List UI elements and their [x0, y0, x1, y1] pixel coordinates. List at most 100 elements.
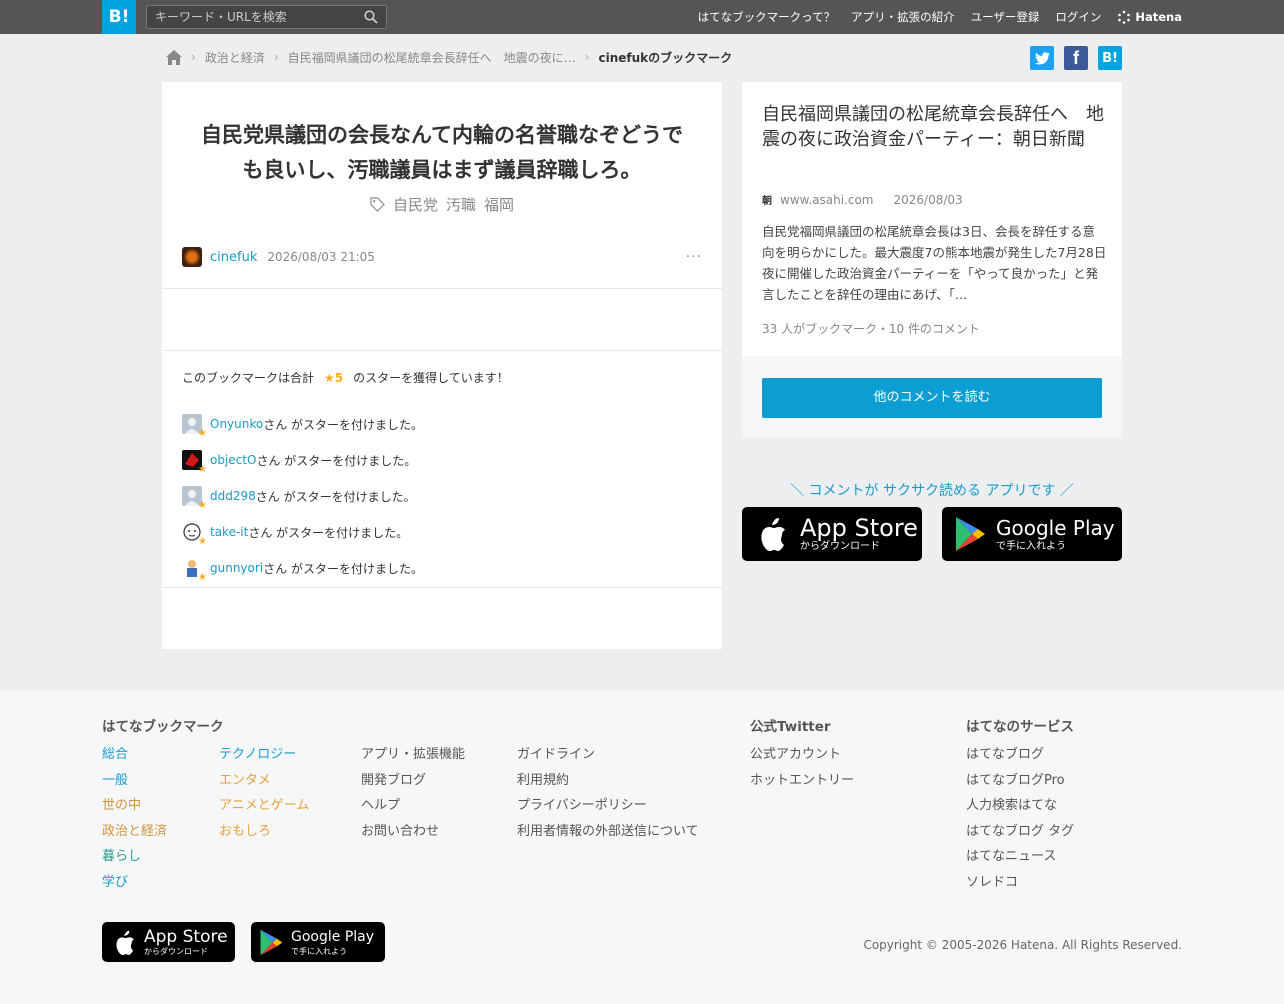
tag-item[interactable]: 汚職: [446, 194, 476, 215]
divider: [162, 288, 722, 289]
app-store-badge[interactable]: App Store からダウンロード: [742, 507, 922, 561]
footer-link[interactable]: アニメとゲーム: [219, 793, 309, 819]
breadcrumb-entry[interactable]: 自民福岡県議団の松尾統章会長辞任へ 地震の夜に…: [288, 49, 576, 66]
more-menu-icon[interactable]: ···: [686, 249, 702, 265]
article-domain[interactable]: www.asahi.com: [780, 193, 874, 207]
star-user[interactable]: gunnyori: [210, 561, 263, 575]
list-item: ★ Onyunko さん がスターを付けました。: [182, 406, 423, 442]
app-store-subtitle: からダウンロード: [800, 541, 880, 552]
breadcrumb-category[interactable]: 政治と経済: [205, 49, 265, 66]
star-user[interactable]: Onyunko: [210, 417, 263, 431]
search-box[interactable]: [146, 5, 387, 29]
footer-link[interactable]: テクノロジー: [219, 742, 309, 768]
footer-link[interactable]: 公式アカウント: [750, 742, 854, 768]
home-icon[interactable]: [166, 49, 182, 65]
footer-link[interactable]: 利用規約: [517, 768, 699, 794]
footer-heading-twitter: 公式Twitter: [750, 719, 831, 735]
google-play-icon: [260, 929, 283, 955]
bookmark-comment: 自民党県議団の会長なんて内輪の名誉職なぞどうでも良いし、汚職議員はまず議員辞職し…: [201, 123, 683, 182]
bookmark-username[interactable]: cinefuk: [210, 250, 257, 265]
chevron-right-icon: ›: [584, 50, 590, 64]
star-list: ★ Onyunko さん がスターを付けました。 ★ objectO さん がス…: [182, 406, 423, 586]
nav-signup[interactable]: ユーザー登録: [971, 9, 1040, 25]
twitter-share-button[interactable]: [1030, 46, 1054, 70]
article-summary: 自民党福岡県議団の松尾統章会長は3日、会長を辞任する意向を明らかにした。最大震度…: [762, 224, 1107, 302]
avatar[interactable]: ★: [182, 450, 207, 475]
footer-link[interactable]: お問い合わせ: [361, 819, 465, 845]
tag-item[interactable]: 自民党: [393, 194, 438, 215]
hatena-brand-link[interactable]: Hatena: [1117, 10, 1182, 24]
footer-google-play-badge[interactable]: Google Play で手に入れよう: [251, 922, 385, 962]
hatena-brand: Hatena: [1135, 10, 1182, 24]
star-icon: ★: [198, 464, 207, 475]
read-comments-button[interactable]: 他のコメントを読む: [762, 378, 1102, 418]
article-title[interactable]: 自民福岡県議団の松尾統章会長辞任へ 地震の夜に政治資金パーティー：朝日新聞: [762, 102, 1104, 152]
avatar[interactable]: [182, 247, 202, 267]
avatar[interactable]: ★: [182, 414, 207, 439]
star-message: さん がスターを付けました。: [255, 489, 416, 504]
footer-link[interactable]: 学び: [102, 870, 167, 896]
footer-link[interactable]: 開発ブログ: [361, 768, 465, 794]
avatar[interactable]: ★: [182, 486, 207, 511]
footer-link[interactable]: はてなブログPro: [966, 768, 1074, 794]
apple-icon: [761, 518, 785, 551]
footer-link[interactable]: はてなニュース: [966, 844, 1074, 870]
app-store-title: App Store: [144, 927, 228, 947]
star-icon: ★: [198, 572, 207, 583]
search-icon[interactable]: [364, 10, 378, 24]
footer-link[interactable]: 総合: [102, 742, 167, 768]
list-item: ★ take-it さん がスターを付けました。: [182, 514, 423, 550]
hatena-bookmark-logo[interactable]: B!: [102, 0, 136, 34]
footer-features: アプリ・拡張機能 開発ブログ ヘルプ お問い合わせ: [361, 742, 465, 844]
footer-link[interactable]: 人力検索はてな: [966, 793, 1074, 819]
footer-link[interactable]: ガイドライン: [517, 742, 699, 768]
footer-link[interactable]: はてなブログ タグ: [966, 819, 1074, 845]
star-total: ★5: [324, 370, 344, 385]
footer-heading-bookmark: はてなブックマーク: [102, 719, 224, 735]
footer-categories-2: テクノロジー エンタメ アニメとゲーム おもしろ: [219, 742, 309, 844]
avatar[interactable]: ★: [182, 522, 207, 547]
google-play-badge[interactable]: Google Play で手に入れよう: [942, 507, 1122, 561]
article-date: 2026/08/03: [893, 192, 963, 207]
footer-link[interactable]: 暮らし: [102, 844, 167, 870]
footer-link[interactable]: ホットエントリー: [750, 768, 854, 794]
footer-link[interactable]: はてなブログ: [966, 742, 1074, 768]
nav-about[interactable]: はてなブックマークって？: [698, 9, 835, 25]
footer-link[interactable]: 世の中: [102, 793, 167, 819]
copyright: Copyright © 2005-2026 Hatena. All Rights…: [863, 938, 1182, 952]
footer-link[interactable]: アプリ・拡張機能: [361, 742, 465, 768]
hatena-dots-icon: [1118, 10, 1131, 24]
bookmark-user-row: cinefuk 2026/08/03 21:05 ···: [182, 246, 702, 268]
bookmark-count[interactable]: 33 人がブックマーク・10 件のコメント: [762, 320, 980, 337]
footer-policies: ガイドライン 利用規約 プライバシーポリシー 利用者情報の外部送信について: [517, 742, 699, 844]
footer-link[interactable]: プライバシーポリシー: [517, 793, 699, 819]
bookmark-entry-card: 自民党県議団の会長なんて内輪の名誉職なぞどうでも良いし、汚職議員はまず議員辞職し…: [162, 82, 722, 649]
footer-link[interactable]: おもしろ: [219, 819, 309, 845]
footer-link[interactable]: 政治と経済: [102, 819, 167, 845]
divider: [162, 587, 722, 588]
bookmark-datetime[interactable]: 2026/08/03 21:05: [267, 250, 375, 264]
footer-app-store-badge[interactable]: App Store からダウンロード: [102, 922, 235, 962]
star-summary-prefix: このブックマークは合計: [182, 371, 315, 385]
star-message: さん がスターを付けました。: [256, 453, 417, 468]
hatena-bookmark-icon: B!: [1102, 50, 1118, 66]
star-user[interactable]: objectO: [210, 453, 256, 467]
article-card-footer: 他のコメントを読む: [742, 356, 1122, 438]
facebook-share-button[interactable]: f: [1064, 46, 1088, 70]
footer-link[interactable]: ソレドコ: [966, 870, 1074, 896]
nav-apps[interactable]: アプリ・拡張の紹介: [851, 9, 955, 25]
nav-login[interactable]: ログイン: [1055, 9, 1101, 25]
hatena-share-button[interactable]: B!: [1098, 46, 1122, 70]
search-input[interactable]: [147, 6, 347, 28]
star-user[interactable]: take-it: [210, 525, 248, 539]
footer-link[interactable]: 利用者情報の外部送信について: [517, 819, 699, 845]
star-user[interactable]: ddd298: [210, 489, 256, 503]
site-footer: はてなブックマーク 総合 一般 世の中 政治と経済 暮らし 学び テクノロジー …: [0, 690, 1284, 1004]
avatar[interactable]: ★: [182, 558, 207, 583]
footer-link[interactable]: エンタメ: [219, 768, 309, 794]
chevron-right-icon: ›: [191, 50, 196, 64]
tag-item[interactable]: 福岡: [484, 194, 514, 215]
footer-link[interactable]: 一般: [102, 768, 167, 794]
top-nav: はてなブックマークって？ アプリ・拡張の紹介 ユーザー登録 ログイン Haten…: [698, 0, 1182, 34]
footer-link[interactable]: ヘルプ: [361, 793, 465, 819]
